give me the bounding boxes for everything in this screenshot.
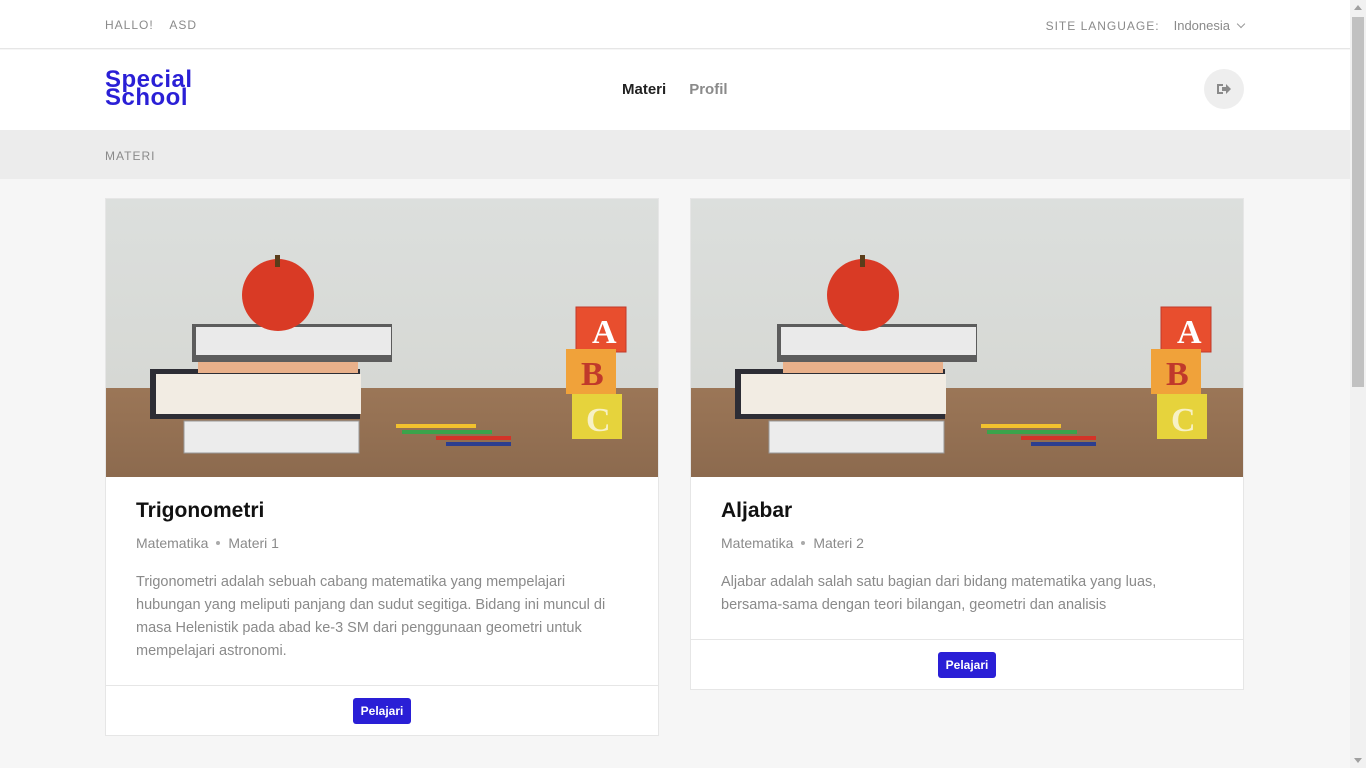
course-image: A B C [691,199,1243,477]
course-number: Materi 2 [813,535,864,551]
svg-text:B: B [1166,356,1189,393]
scroll-up-icon[interactable] [1354,5,1362,10]
scrollbar-thumb[interactable] [1352,17,1364,387]
course-meta: Matematika Materi 2 [721,535,1213,551]
language-value[interactable]: Indonesia [1174,18,1230,33]
card-footer: Pelajari [691,639,1243,689]
books-apple-illustration: A B C [150,255,627,454]
username: ASD [169,18,198,32]
svg-text:C: C [1171,402,1196,439]
course-image: A B C [106,199,658,477]
separator-dot [801,541,806,545]
course-description: Aljabar adalah salah satu bagian dari bi… [721,574,1157,613]
course-subject: Matematika [136,535,209,551]
books-apple-illustration: A B C [735,255,1212,454]
top-bar: HALLO! ASD SITE LANGUAGE: Indonesia [0,0,1350,49]
svg-text:A: A [1177,314,1202,351]
svg-text:A: A [592,314,617,351]
chevron-down-icon[interactable] [1236,19,1246,28]
logo[interactable]: Special School [105,68,193,111]
separator-dot [216,541,221,545]
greeting: HALLO! ASD [105,18,209,32]
greeting-text: HALLO! [105,18,154,32]
breadcrumb: MATERI [0,130,1350,179]
logout-button[interactable] [1204,69,1244,109]
course-subject: Matematika [721,535,794,551]
breadcrumb-current: MATERI [105,149,156,163]
svg-text:C: C [586,402,611,439]
pelajari-button[interactable]: Pelajari [937,651,997,678]
pelajari-button[interactable]: Pelajari [352,697,412,724]
main-header: Special School Materi Profil [0,50,1350,130]
language-selector[interactable]: SITE LANGUAGE: Indonesia [1045,18,1246,33]
language-label: SITE LANGUAGE: [1045,18,1160,33]
course-card: A B C Aljabar Matematika Materi 2 Aljaba… [690,198,1244,690]
scrollbar[interactable] [1350,0,1366,768]
course-title: Aljabar [721,499,793,522]
course-card: A B C Trigonometri Matematika Materi 1 T… [105,198,659,736]
course-number: Materi 1 [228,535,279,551]
logout-icon [1217,84,1231,94]
course-title: Trigonometri [136,499,265,522]
svg-text:B: B [581,356,604,393]
main-nav: Materi Profil [622,81,728,98]
course-description: Trigonometri adalah sebuah cabang matema… [136,574,606,659]
nav-item-profil[interactable]: Profil [689,81,727,98]
logo-line2: School [105,84,189,111]
course-meta: Matematika Materi 1 [136,535,628,551]
card-footer: Pelajari [106,685,658,735]
scroll-down-icon[interactable] [1354,758,1362,763]
nav-item-materi[interactable]: Materi [622,81,666,98]
